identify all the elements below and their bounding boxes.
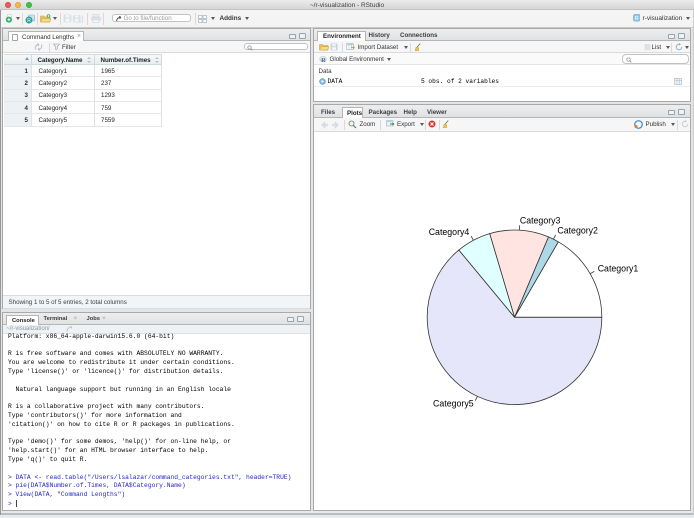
svg-text:Category3: Category3 xyxy=(519,216,560,226)
svg-text:R: R xyxy=(634,16,638,22)
svg-text:R: R xyxy=(27,17,31,23)
svg-text:Category4: Category4 xyxy=(428,227,469,237)
svg-text:Category1: Category1 xyxy=(597,264,638,274)
svg-text:Category5: Category5 xyxy=(433,398,474,408)
svg-text:R: R xyxy=(321,58,326,63)
svg-text:Category2: Category2 xyxy=(557,226,598,236)
